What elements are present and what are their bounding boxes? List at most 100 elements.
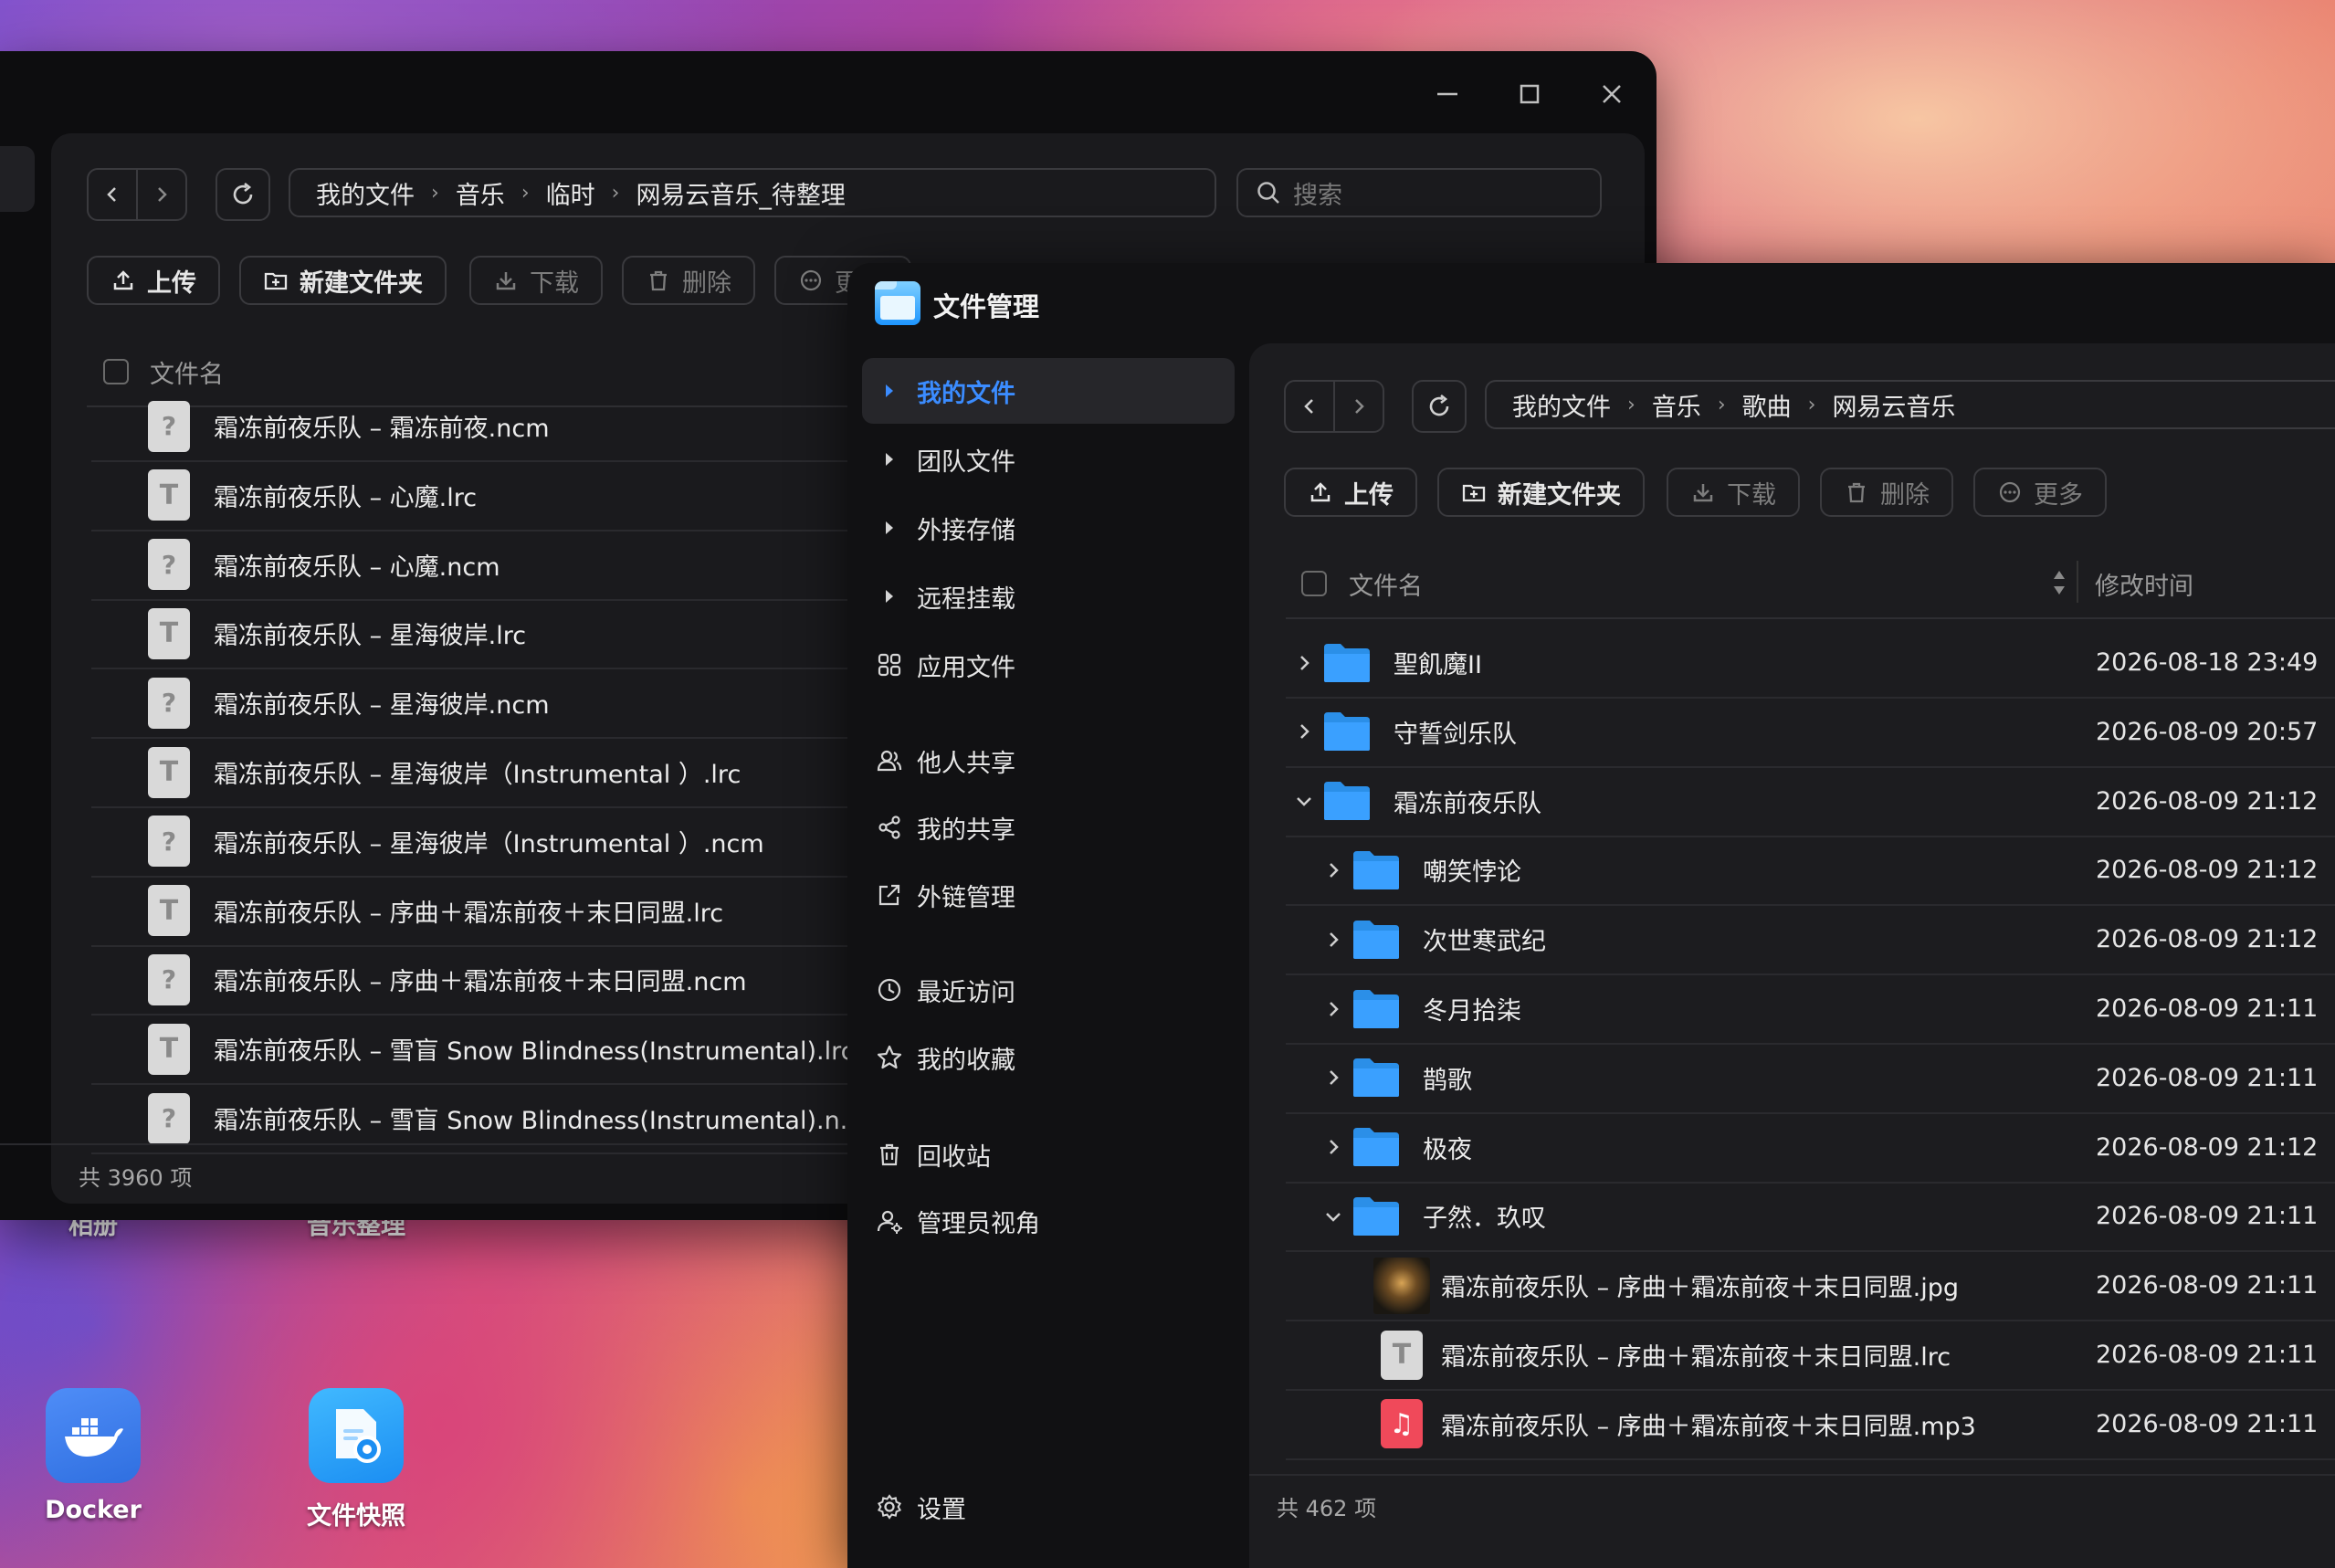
column-header-filename[interactable]: 文件名 [150,354,224,390]
sidebar-item[interactable]: 外链管理 [862,862,1235,928]
minimize-button[interactable] [1432,79,1463,110]
desktop-icon-file-snapshot[interactable]: 文件快照 [283,1388,429,1531]
refresh-button[interactable] [1412,380,1467,433]
refresh-button[interactable] [216,168,270,221]
sidebar-item[interactable]: 管理员视角 [862,1188,1235,1254]
image-thumbnail [1373,1257,1441,1314]
folder-row[interactable]: 守誓剑乐队 2026-08-09 20:57 [1286,698,2335,768]
select-all-checkbox[interactable] [103,359,129,384]
sidebar-item-label: 最近访问 [917,978,1015,1007]
chevron-right-icon[interactable] [1315,1068,1352,1087]
file-row[interactable]: T 霜冻前夜乐队 – 雪盲 Snow Blindness(Instrumental… [91,1015,877,1086]
column-header-filename[interactable]: 文件名 [1349,566,1423,602]
download-button[interactable]: 下载 [469,256,603,305]
folder-icon [1352,1057,1423,1099]
breadcrumb-item[interactable]: 临时 [546,175,595,211]
forward-button[interactable] [1335,382,1383,431]
chevron-right-icon[interactable] [1315,861,1352,879]
maximize-button[interactable] [1514,79,1545,110]
folder-row[interactable]: 次世寒武纪 2026-08-09 21:12 [1286,905,2335,976]
sidebar-item[interactable]: 远程挂载 [862,563,1235,629]
sidebar-item[interactable]: 最近访问 [862,957,1235,1023]
new-folder-label: 新建文件夹 [300,268,423,298]
front-nav-buttons [1284,380,1384,433]
sidebar-item[interactable]: 我的共享 [862,795,1235,860]
folder-row[interactable]: 极夜 2026-08-09 21:12 [1286,1113,2335,1184]
refresh-icon [233,182,253,205]
file-row[interactable]: 霜冻前夜乐队 – 序曲＋霜冻前夜＋末日同盟.jpg 2026-08-09 21:1… [1286,1251,2335,1322]
sidebar-item[interactable]: 他人共享 [862,728,1235,794]
delete-button[interactable]: 删除 [622,256,755,305]
chevron-right-icon[interactable] [1286,654,1322,672]
file-row[interactable]: T 霜冻前夜乐队 – 序曲＋霜冻前夜＋末日同盟.lrc 2026-08-09 21:… [1286,1321,2335,1391]
folder-icon [1352,1126,1423,1168]
new-folder-button[interactable]: 新建文件夹 [239,256,447,305]
column-header-modified[interactable]: 修改时间 [2095,566,2193,602]
upload-button[interactable]: 上传 [1284,468,1417,517]
file-row[interactable]: ? 霜冻前夜乐队 – 心魔.ncm [91,531,877,601]
unknown-file-icon: ? [148,816,190,868]
chevron-down-icon[interactable] [1286,792,1322,810]
search-input[interactable]: 搜索 [1236,168,1602,217]
breadcrumb-item[interactable]: 我的文件 [316,175,415,211]
delete-button[interactable]: 删除 [1820,468,1953,517]
folder-name: 聖飢魔II [1394,651,1482,679]
chevron-right-icon[interactable] [1286,722,1322,741]
desktop-icon-label: 文件快照 [307,1502,405,1531]
sort-icon[interactable] [2051,568,2067,597]
chevron-left-icon [1304,399,1313,414]
folder-row[interactable]: 鹊歌 2026-08-09 21:11 [1286,1044,2335,1114]
sidebar-item-label: 外链管理 [917,883,1015,912]
upload-label: 上传 [1344,480,1394,510]
folder-name: 子然．玖叹 [1423,1205,1546,1234]
download-button[interactable]: 下载 [1667,468,1800,517]
more-button[interactable]: 更多 [1973,468,2107,517]
folder-row[interactable]: 霜冻前夜乐队 2026-08-09 21:12 [1286,767,2335,837]
chevron-right-icon[interactable] [1315,931,1352,949]
sidebar-item[interactable]: 我的文件 [862,358,1235,424]
new-folder-button[interactable]: 新建文件夹 [1437,468,1645,517]
close-button[interactable] [1596,79,1627,110]
breadcrumb-item[interactable]: 我的文件 [1512,387,1611,423]
select-all-checkbox[interactable] [1301,571,1327,596]
file-row[interactable]: T 霜冻前夜乐队 – 星海彼岸（Instrumental ）.lrc [91,738,877,808]
breadcrumb-item[interactable]: 歌曲 [1742,387,1792,423]
chevron-right-icon[interactable] [1315,1000,1352,1018]
caret-right-icon [862,382,917,400]
back-button[interactable] [89,170,136,219]
file-row[interactable]: T 霜冻前夜乐队 – 序曲＋霜冻前夜＋末日同盟.lrc [91,877,877,947]
sidebar-item-label: 管理员视角 [917,1209,1040,1238]
back-button[interactable] [1286,382,1333,431]
folder-row[interactable]: 聖飢魔II 2026-08-18 23:49 [1286,628,2335,699]
sidebar-item[interactable]: 回收站 [862,1121,1235,1187]
upload-button[interactable]: 上传 [87,256,220,305]
file-row[interactable]: ? 霜冻前夜乐队 – 星海彼岸（Instrumental ）.ncm [91,807,877,878]
refresh-icon [1429,394,1449,416]
file-row[interactable]: ? 霜冻前夜乐队 – 序曲＋霜冻前夜＋末日同盟.ncm [91,945,877,1016]
file-row[interactable]: T 霜冻前夜乐队 – 心魔.lrc [91,461,877,531]
folder-row[interactable]: 冬月拾柒 2026-08-09 21:11 [1286,974,2335,1045]
sidebar-item[interactable]: 应用文件 [862,632,1235,698]
breadcrumb-item[interactable]: 音乐 [1652,387,1701,423]
folder-name: 霜冻前夜乐队 [1394,789,1541,818]
folder-row[interactable]: 子然．玖叹 2026-08-09 21:11 [1286,1182,2335,1253]
folder-row[interactable]: 嘲笑悖论 2026-08-09 21:12 [1286,836,2335,907]
chevron-right-icon[interactable] [1315,1138,1352,1156]
file-row[interactable]: ? 霜冻前夜乐队 – 星海彼岸.ncm [91,668,877,740]
chevron-right-icon [158,187,167,202]
chevron-down-icon[interactable] [1315,1207,1352,1226]
desktop-icon-docker[interactable]: Docker [20,1388,166,1524]
breadcrumb-item[interactable]: 网易云音乐_待整理 [636,175,846,211]
breadcrumb-item[interactable]: 音乐 [456,175,505,211]
file-name: 霜冻前夜乐队 – 心魔.lrc [214,483,478,512]
sidebar-item[interactable]: 我的收藏 [862,1025,1235,1090]
forward-button[interactable] [138,170,185,219]
file-row[interactable]: ♫ 霜冻前夜乐队 – 序曲＋霜冻前夜＋末日同盟.mp3 2026-08-09 21:… [1286,1390,2335,1460]
sidebar-item[interactable]: 团队文件 [862,426,1235,492]
breadcrumb-item[interactable]: 网易云音乐 [1832,387,1955,423]
trash-icon [862,1141,917,1168]
sidebar-item[interactable]: 外接存储 [862,495,1235,561]
file-row[interactable]: T 霜冻前夜乐队 – 星海彼岸.lrc [91,599,877,670]
file-row[interactable]: ? 霜冻前夜乐队 – 霜冻前夜.ncm [91,392,877,462]
sidebar-settings[interactable]: 设置 [862,1474,1235,1540]
